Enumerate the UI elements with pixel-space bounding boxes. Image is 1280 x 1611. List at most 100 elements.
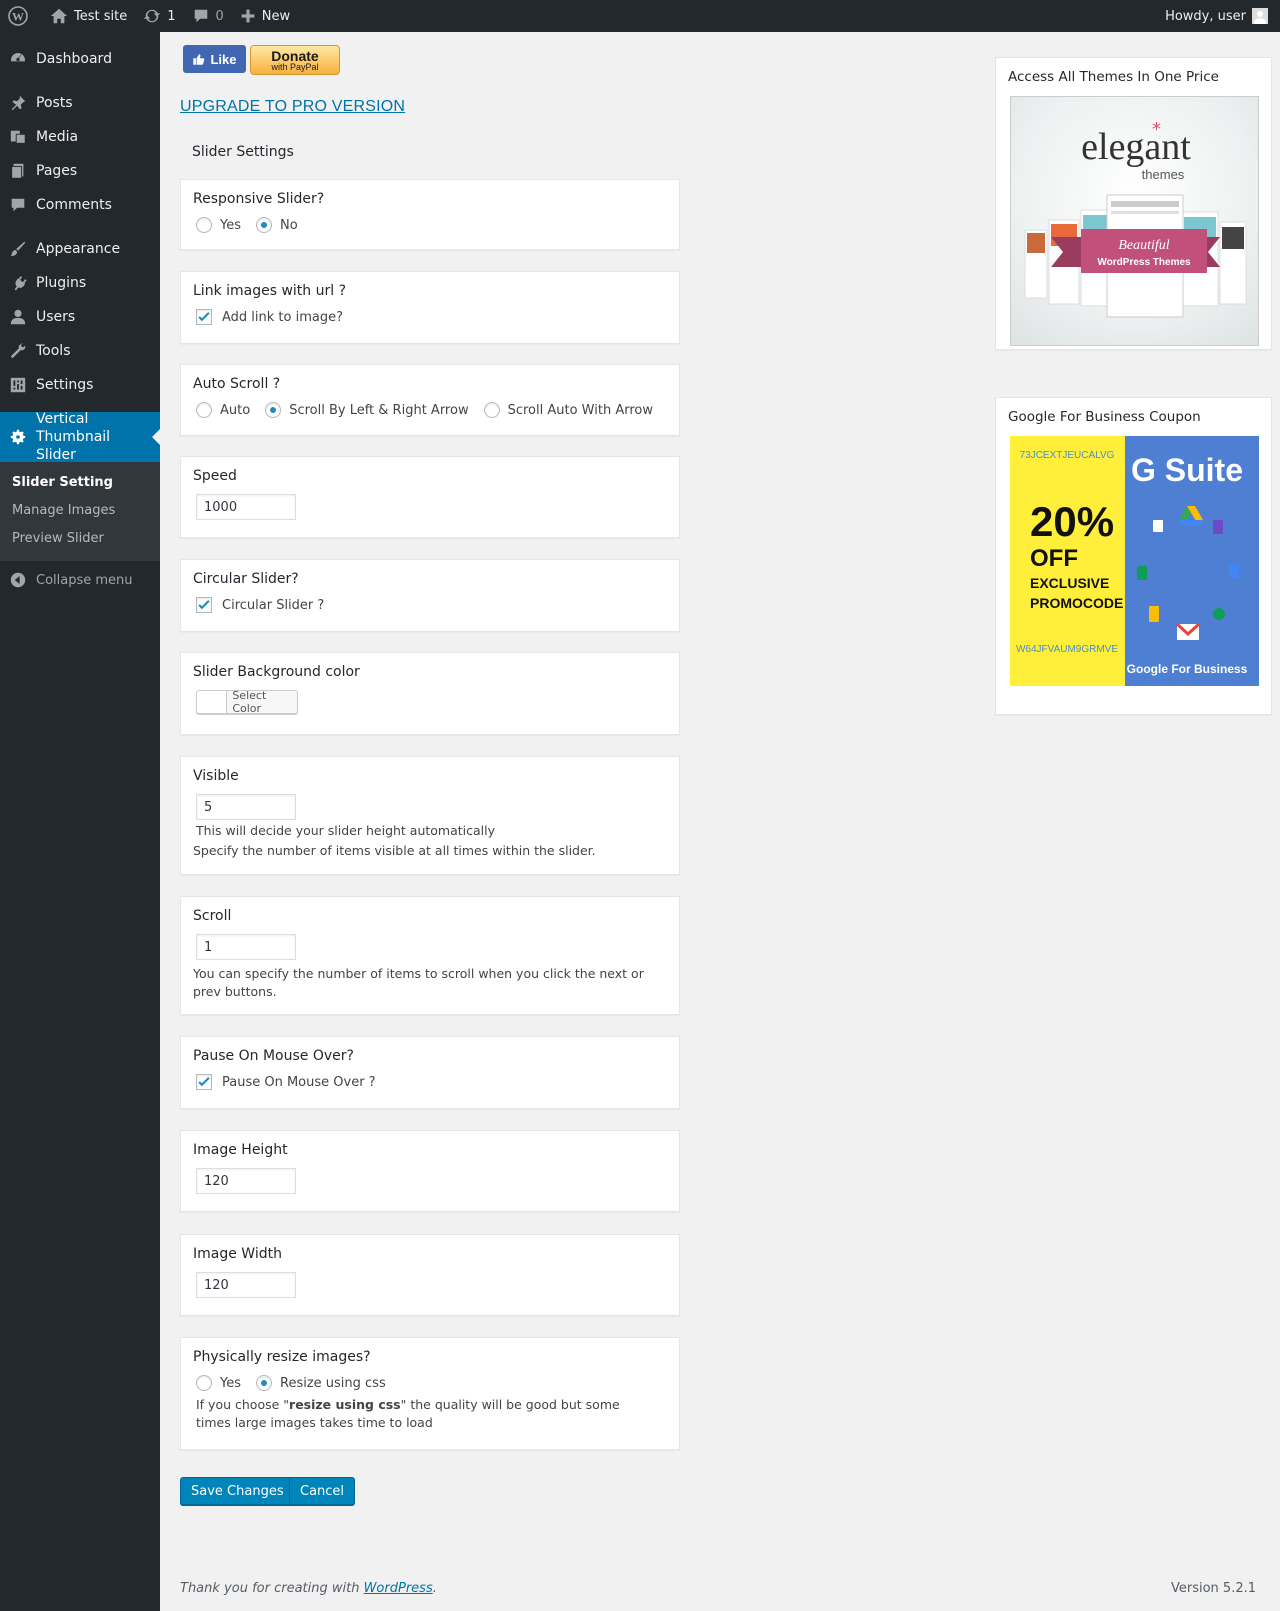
resize-yes-radio[interactable] — [196, 1375, 212, 1391]
google-drive-icon — [1179, 506, 1203, 526]
scroll-title: Scroll — [193, 908, 232, 924]
save-changes-button[interactable]: Save Changes — [180, 1477, 295, 1505]
thumbs-up-icon — [193, 53, 205, 65]
responsive-yes-radio[interactable] — [196, 217, 212, 233]
speed-input[interactable] — [196, 494, 296, 520]
plug-icon — [9, 274, 27, 292]
cancel-button[interactable]: Cancel — [289, 1477, 356, 1505]
auto-scroll-auto-arrow-radio[interactable] — [483, 402, 500, 418]
resize-card: Physically resize images? Yes Resize usi… — [180, 1337, 680, 1450]
site-name-link[interactable]: Test site — [42, 0, 135, 32]
sidebar-item-comments[interactable]: Comments — [0, 188, 160, 222]
sidebar-item-dashboard[interactable]: Dashboard — [0, 42, 160, 76]
wordpress-link[interactable]: WordPress — [364, 1581, 433, 1596]
color-swatch — [197, 691, 228, 713]
auto-scroll-card: Auto Scroll ? Auto Scroll By Left & Righ… — [180, 364, 680, 436]
auto-scroll-arrow-radio[interactable] — [265, 402, 282, 418]
gmail-icon — [1175, 622, 1201, 640]
avatar — [1252, 8, 1268, 24]
auto-scroll-auto-radio[interactable] — [196, 402, 212, 418]
elegant-themes-banner[interactable]: elegant themes * Beautiful WordPress The… — [1010, 96, 1259, 346]
sidebar-item-settings[interactable]: Settings — [0, 368, 160, 402]
elegant-ribbon-1: Beautiful — [1118, 238, 1169, 253]
svg-text:W: W — [12, 10, 24, 24]
elegant-themes-title: Access All Themes In One Price — [1008, 69, 1219, 85]
coupon-code-top: 73JCEXTJEUCALVG — [1020, 450, 1115, 461]
coupon-code-bottom: W64JFVAUM9GRMVE — [1016, 644, 1118, 655]
wordpress-logo-icon[interactable]: W — [0, 0, 42, 32]
coupon-panel: 73JCEXTJEUCALVG 20% OFF EXCLUSIVE PROMOC… — [1010, 436, 1125, 686]
sidebar-item-plugins[interactable]: Plugins — [0, 266, 160, 300]
google-docs-blue-icon — [1229, 564, 1239, 578]
image-height-input[interactable] — [196, 1168, 296, 1194]
donate-paypal-button[interactable]: Donate with PayPal — [250, 45, 340, 75]
image-width-card: Image Width — [180, 1234, 680, 1316]
add-link-checkbox[interactable] — [196, 309, 212, 325]
wrench-icon — [9, 342, 27, 360]
visible-input[interactable] — [196, 794, 296, 820]
checkmark-icon — [198, 600, 210, 610]
sidebar-item-pages[interactable]: Pages — [0, 154, 160, 188]
resize-help: If you choose "resize using css" the qua… — [196, 1397, 620, 1430]
my-account[interactable]: Howdy, user — [1165, 8, 1280, 24]
submenu-slider-setting[interactable]: Slider Setting — [0, 469, 160, 497]
discount-text: 20% — [1030, 498, 1114, 545]
sidebar-item-tools[interactable]: Tools — [0, 334, 160, 368]
elegant-themes-widget: Access All Themes In One Price elegant t… — [995, 57, 1272, 350]
sidebar-item-users[interactable]: Users — [0, 300, 160, 334]
pin-icon — [9, 94, 27, 112]
background-color-card: Slider Background color Select Color — [180, 652, 680, 735]
select-color-button[interactable]: Select Color — [196, 689, 298, 715]
google-business-widget: Google For Business Coupon 73JCEXTJEUCAL… — [995, 397, 1272, 715]
image-height-title: Image Height — [193, 1142, 288, 1158]
pages-icon — [9, 162, 27, 180]
submenu-preview-slider[interactable]: Preview Slider — [0, 525, 160, 553]
visible-card: Visible This will decide your slider hei… — [180, 756, 680, 875]
new-content-link[interactable]: New — [232, 0, 298, 32]
submenu-manage-images[interactable]: Manage Images — [0, 497, 160, 525]
scroll-input[interactable] — [196, 934, 296, 960]
elegant-brand-text: elegant — [1081, 126, 1191, 168]
speed-title: Speed — [193, 468, 237, 484]
comment-icon — [194, 9, 207, 23]
comments-link[interactable]: 0 — [184, 0, 232, 32]
updates-link[interactable]: 1 — [135, 0, 183, 32]
sidebar-item-posts[interactable]: Posts — [0, 86, 160, 120]
circular-slider-title: Circular Slider? — [193, 571, 299, 587]
gsuite-panel: G Suite Google For Business — [1125, 436, 1259, 686]
responsive-no-radio[interactable] — [256, 217, 272, 233]
gsuite-coupon-banner[interactable]: 73JCEXTJEUCALVG 20% OFF EXCLUSIVE PROMOC… — [1010, 436, 1259, 686]
collapse-arrow-icon — [9, 571, 27, 589]
visible-title: Visible — [193, 768, 239, 784]
image-height-card: Image Height — [180, 1130, 680, 1212]
speed-card: Speed — [180, 456, 680, 538]
collapse-menu-button[interactable]: Collapse menu — [0, 563, 160, 597]
link-images-title: Link images with url ? — [193, 283, 347, 299]
scroll-help: You can specify the number of items to s… — [193, 966, 644, 999]
sidebar-item-appearance[interactable]: Appearance — [0, 232, 160, 266]
sidebar-item-media[interactable]: Media — [0, 120, 160, 154]
auto-scroll-title: Auto Scroll ? — [193, 376, 281, 392]
google-docs-icon — [1213, 520, 1223, 534]
dashboard-icon — [9, 50, 27, 68]
image-width-input[interactable] — [196, 1272, 296, 1298]
checkmark-icon — [198, 1077, 210, 1087]
settings-icon — [9, 376, 27, 394]
footer-thanks: Thank you for creating with WordPress. — [180, 1581, 437, 1596]
google-business-title: Google For Business Coupon — [1008, 409, 1201, 425]
visible-help-1: This will decide your slider height auto… — [196, 823, 496, 838]
site-name: Test site — [74, 8, 128, 24]
link-images-card: Link images with url ? Add link to image… — [180, 271, 680, 344]
version-text: Version 5.2.1 — [1170, 1581, 1256, 1596]
pause-checkbox[interactable] — [196, 1074, 212, 1090]
resize-css-radio[interactable] — [256, 1375, 272, 1391]
image-width-title: Image Width — [193, 1246, 282, 1262]
upgrade-pro-link[interactable]: UPGRADE TO PRO VERSION — [180, 98, 405, 116]
sidebar-item-vertical-thumbnail-slider[interactable]: Vertical Thumbnail Slider — [0, 411, 160, 463]
checkmark-icon — [198, 312, 210, 322]
comment-icon — [9, 196, 27, 214]
comments-count: 0 — [215, 8, 224, 24]
circular-slider-checkbox[interactable] — [196, 597, 212, 613]
facebook-like-button[interactable]: Like — [183, 45, 246, 73]
brush-icon — [9, 240, 27, 258]
